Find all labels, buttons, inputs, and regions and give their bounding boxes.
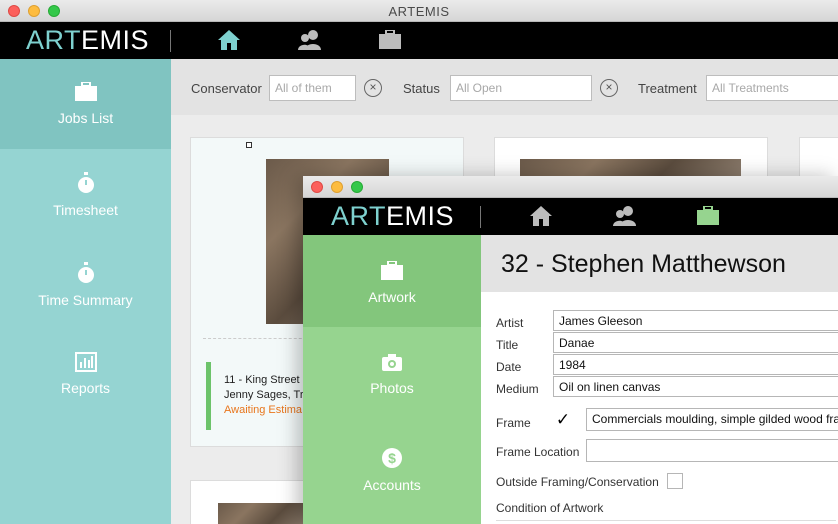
main-sidebar: Jobs List Timesheet Time Summary Reports xyxy=(0,59,171,524)
title-field[interactable]: Danae xyxy=(553,332,838,353)
frame-location-field[interactable] xyxy=(586,439,838,462)
clients-icon[interactable] xyxy=(298,29,322,56)
app-logo: ARTEMIS xyxy=(26,25,150,55)
detail-window: ARTEMIS Artwork Photos $ Accounts 32 - S… xyxy=(303,176,838,524)
sidebar-item-label: Artwork xyxy=(368,289,416,305)
dollar-icon: $ xyxy=(382,448,402,468)
artist-field[interactable]: James Gleeson xyxy=(553,310,838,331)
header-divider xyxy=(480,206,481,228)
selection-handle[interactable] xyxy=(246,142,252,148)
date-label: Date xyxy=(496,360,522,374)
main-titlebar: ARTEMIS xyxy=(0,0,838,22)
date-field[interactable]: 1984 xyxy=(553,354,838,375)
sidebar-item-label: Accounts xyxy=(363,477,421,493)
svg-text:$: $ xyxy=(388,450,396,466)
status-filter-input[interactable]: All Open xyxy=(450,75,592,101)
job-card-status: Awaiting Estima xyxy=(224,404,303,416)
sidebar-item-label: Photos xyxy=(370,380,414,396)
home-icon[interactable] xyxy=(217,29,241,56)
frame-location-label: Frame Location xyxy=(496,445,580,459)
condition-label: Condition of Artwork xyxy=(496,501,604,515)
artwork-thumbnail xyxy=(218,503,308,524)
window-title: ARTEMIS xyxy=(388,4,450,19)
clear-status-icon[interactable]: × xyxy=(600,79,618,97)
status-stripe xyxy=(206,362,211,430)
detail-app-header: ARTEMIS xyxy=(303,198,838,235)
sidebar-item-time-summary[interactable]: Time Summary xyxy=(0,239,171,329)
job-card-title: 11 - King Street xyxy=(224,374,300,386)
jobs-icon[interactable] xyxy=(378,29,402,55)
briefcase-icon xyxy=(74,82,97,101)
sidebar-item-jobs-list[interactable]: Jobs List xyxy=(0,59,171,149)
zoom-window-button[interactable] xyxy=(351,181,363,193)
minimize-window-button[interactable] xyxy=(331,181,343,193)
title-label: Title xyxy=(496,338,519,352)
conservator-label: Conservator xyxy=(191,81,262,96)
sidebar-item-accounts[interactable]: $ Accounts xyxy=(303,420,481,513)
sidebar-item-reports[interactable]: Reports xyxy=(0,329,171,419)
bar-chart-icon xyxy=(74,352,97,372)
header-divider xyxy=(170,30,171,52)
sidebar-item-label: Time Summary xyxy=(38,292,133,308)
sidebar-item-label: Reports xyxy=(60,380,111,396)
status-label: Status xyxy=(403,81,440,96)
medium-field[interactable]: Oil on linen canvas xyxy=(553,376,838,397)
medium-label: Medium xyxy=(496,382,539,396)
app-logo: ARTEMIS xyxy=(331,201,455,231)
artwork-form: Artist James Gleeson Title Danae Date 19… xyxy=(481,292,838,524)
sidebar-item-photos[interactable]: Photos xyxy=(303,327,481,420)
treatment-filter-input[interactable]: All Treatments xyxy=(706,75,838,101)
sidebar-item-timesheet[interactable]: Timesheet xyxy=(0,149,171,239)
artist-label: Artist xyxy=(496,316,524,330)
clear-conservator-icon[interactable]: × xyxy=(364,79,382,97)
clients-icon[interactable] xyxy=(613,205,637,232)
sidebar-item-label: Jobs List xyxy=(57,110,114,126)
job-card-artist: Jenny Sages, Tri xyxy=(224,389,306,401)
frame-checkbox[interactable]: ✓ xyxy=(553,410,573,430)
briefcase-icon xyxy=(381,261,403,280)
frame-label: Frame xyxy=(496,416,531,430)
jobs-icon[interactable] xyxy=(696,205,720,231)
detail-header: 32 - Stephen Matthewson xyxy=(481,235,838,292)
outside-framing-checkbox[interactable] xyxy=(667,473,683,489)
stopwatch-icon xyxy=(77,262,94,283)
condition-divider xyxy=(496,520,836,521)
sidebar-item-artwork[interactable]: Artwork xyxy=(303,235,481,327)
conservator-filter-input[interactable]: All of them xyxy=(269,75,356,101)
main-app-header: ARTEMIS xyxy=(0,22,838,59)
stopwatch-icon xyxy=(77,172,94,193)
sidebar-item-label: Timesheet xyxy=(53,202,118,218)
window-controls xyxy=(311,181,363,193)
filter-bar: Conservator All of them × Status All Ope… xyxy=(171,59,838,115)
detail-titlebar xyxy=(303,176,838,198)
page-title: 32 - Stephen Matthewson xyxy=(501,250,786,278)
home-icon[interactable] xyxy=(529,205,553,232)
close-window-button[interactable] xyxy=(311,181,323,193)
outside-framing-label: Outside Framing/Conservation xyxy=(496,475,659,489)
detail-sidebar: Artwork Photos $ Accounts xyxy=(303,235,481,524)
treatment-label: Treatment xyxy=(638,81,697,96)
camera-icon xyxy=(382,354,402,371)
frame-field[interactable]: Commercials moulding, simple gilded wood… xyxy=(586,408,838,431)
